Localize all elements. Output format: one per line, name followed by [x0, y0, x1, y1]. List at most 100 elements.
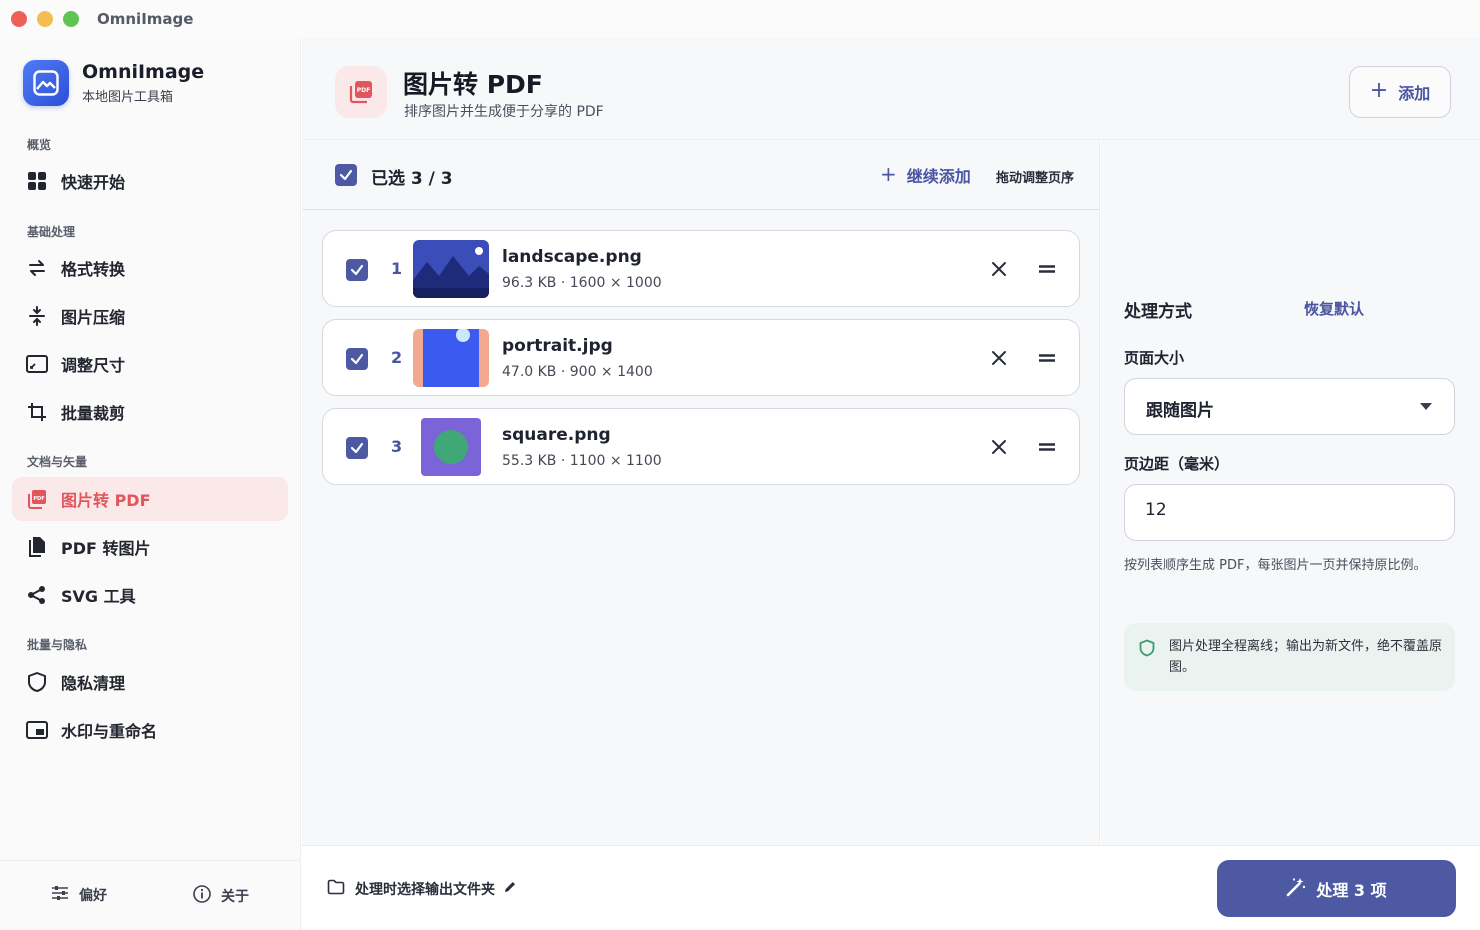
section-label-batch-privacy: 批量与隐私	[27, 638, 88, 652]
output-folder-button[interactable]: 处理时选择输出文件夹	[327, 879, 517, 899]
sidebar-item-crop[interactable]: 批量裁剪	[12, 390, 288, 434]
swap-arrows-icon	[26, 257, 48, 279]
crop-icon	[26, 401, 48, 423]
drag-handle[interactable]	[1037, 348, 1057, 368]
brand-subtitle: 本地图片工具箱	[82, 90, 174, 105]
minimize-window-button[interactable]	[37, 11, 53, 27]
drag-handle[interactable]	[1037, 259, 1057, 279]
file-card[interactable]: 3 square.png 55.3 KB · 1100 × 1100	[322, 408, 1080, 485]
remove-file-button[interactable]	[989, 348, 1009, 368]
main-header: PDF 图片转 PDF 排序图片并生成便于分享的 PDF + 添加	[302, 38, 1480, 140]
window-title: OmniImage	[97, 10, 194, 28]
grid-icon	[26, 170, 48, 192]
offline-note-text: 图片处理全程离线；输出为新文件，绝不覆盖原图。	[1169, 639, 1443, 675]
offline-note: 图片处理全程离线；输出为新文件，绝不覆盖原图。	[1124, 623, 1455, 691]
pencil-icon	[503, 880, 517, 898]
sidebar-item-watermark-rename[interactable]: 水印与重命名	[12, 708, 288, 752]
plus-icon: +	[880, 161, 897, 186]
sidebar-item-privacy-clean[interactable]: 隐私清理	[12, 660, 288, 704]
remove-file-button[interactable]	[989, 437, 1009, 457]
drag-handle[interactable]	[1037, 437, 1057, 457]
settings-title: 处理方式	[1124, 302, 1192, 322]
about-button[interactable]: 关于	[193, 885, 249, 907]
drag-handle-icon	[1039, 354, 1055, 362]
file-card[interactable]: 1 landscape.png 96.3 KB · 1600 × 1000	[322, 230, 1080, 307]
section-label-basic: 基础处理	[27, 225, 76, 239]
select-all-checkbox[interactable]	[335, 164, 357, 186]
file-meta: 47.0 KB · 900 × 1400	[502, 364, 653, 380]
process-button[interactable]: 处理 3 项	[1217, 860, 1456, 917]
file-index: 1	[391, 259, 403, 278]
sidebar-item-svg-tools[interactable]: SVG 工具	[12, 573, 288, 617]
title-bar: OmniImage	[0, 0, 1480, 38]
brand: OmniImage 本地图片工具箱	[23, 60, 204, 106]
file-index: 2	[391, 348, 403, 367]
file-name: landscape.png	[502, 247, 642, 267]
sidebar-item-label: 批量裁剪	[61, 404, 126, 423]
sidebar-item-label: 水印与重命名	[61, 722, 158, 741]
main-footer: 处理时选择输出文件夹 处理 3 项	[302, 845, 1480, 930]
process-button-label: 处理 3 项	[1316, 880, 1387, 900]
sidebar-item-label: 隐私清理	[61, 674, 126, 693]
margin-field[interactable]	[1124, 484, 1455, 541]
page-size-select[interactable]: 跟随图片	[1124, 378, 1455, 435]
svg-text:PDF: PDF	[33, 496, 44, 502]
sidebar-item-pdf-to-image[interactable]: PDF 转图片	[12, 525, 288, 569]
sidebar-item-label: 图片压缩	[61, 308, 126, 327]
close-window-button[interactable]	[11, 11, 27, 27]
file-checkbox[interactable]	[346, 259, 368, 281]
close-icon	[992, 440, 1006, 454]
pdf-icon: PDF	[335, 66, 387, 118]
file-name: square.png	[502, 425, 611, 445]
sidebar-item-compress[interactable]: 图片压缩	[12, 294, 288, 338]
page-subtitle: 排序图片并生成便于分享的 PDF	[404, 104, 604, 120]
file-checkbox[interactable]	[346, 348, 368, 370]
plus-icon: +	[1369, 78, 1389, 103]
settings-hint: 按列表顺序生成 PDF，每张图片一页并保持原比例。	[1124, 558, 1427, 573]
chevron-down-icon	[1420, 403, 1432, 410]
checkmark-icon	[350, 353, 364, 365]
page-title: 图片转 PDF	[403, 70, 543, 99]
compress-icon	[26, 305, 48, 327]
sidebar-item-label: SVG 工具	[61, 587, 136, 606]
list-toolbar: 已选 3 / 3 + 继续添加 拖动调整页序	[302, 140, 1100, 210]
checkmark-icon	[350, 442, 364, 454]
shield-icon	[26, 671, 48, 693]
page-size-label: 页面大小	[1124, 349, 1185, 367]
drag-handle-icon	[1039, 265, 1055, 273]
settings-panel: 处理方式 恢复默认 页面大小 跟随图片 页边距（毫米） 按列表顺序生成 PDF，…	[1101, 140, 1480, 845]
section-label-overview: 概览	[27, 138, 52, 152]
output-folder-label: 处理时选择输出文件夹	[355, 882, 495, 898]
remove-file-button[interactable]	[989, 259, 1009, 279]
sidebar-item-resize[interactable]: 调整尺寸	[12, 342, 288, 386]
continue-add-label: 继续添加	[906, 167, 971, 186]
reset-defaults-link[interactable]: 恢复默认	[1304, 298, 1364, 319]
sidebar-item-label: 图片转 PDF	[61, 491, 151, 510]
file-card[interactable]: 2 portrait.jpg 47.0 KB · 900 × 1400	[322, 319, 1080, 396]
zoom-window-button[interactable]	[63, 11, 79, 27]
file-name: portrait.jpg	[502, 336, 613, 356]
sliders-icon	[51, 885, 69, 905]
add-button[interactable]: + 添加	[1349, 66, 1451, 118]
resize-icon	[26, 353, 48, 375]
watermark-icon	[26, 719, 48, 741]
preferences-button[interactable]: 偏好	[51, 885, 107, 905]
file-thumbnail	[413, 418, 489, 476]
app-logo-icon	[23, 60, 69, 106]
file-thumbnail	[413, 240, 489, 298]
file-checkbox[interactable]	[346, 437, 368, 459]
file-thumbnail	[413, 329, 489, 387]
continue-add-button[interactable]: + 继续添加	[880, 161, 971, 187]
sidebar-item-label: 调整尺寸	[61, 356, 126, 375]
sidebar-item-image-to-pdf[interactable]: PDF 图片转 PDF	[12, 477, 288, 521]
sidebar-item-quick-start[interactable]: 快速开始	[12, 159, 288, 203]
margin-input[interactable]	[1145, 500, 1425, 520]
drag-handle-icon	[1039, 443, 1055, 451]
sidebar-item-format-convert[interactable]: 格式转换	[12, 246, 288, 290]
close-icon	[992, 351, 1006, 365]
section-label-docs: 文档与矢量	[27, 455, 88, 469]
sidebar-footer: 偏好 关于	[0, 860, 301, 930]
selected-count: 已选 3 / 3	[371, 169, 453, 189]
checkmark-icon	[350, 264, 364, 276]
checkmark-icon	[339, 169, 353, 181]
